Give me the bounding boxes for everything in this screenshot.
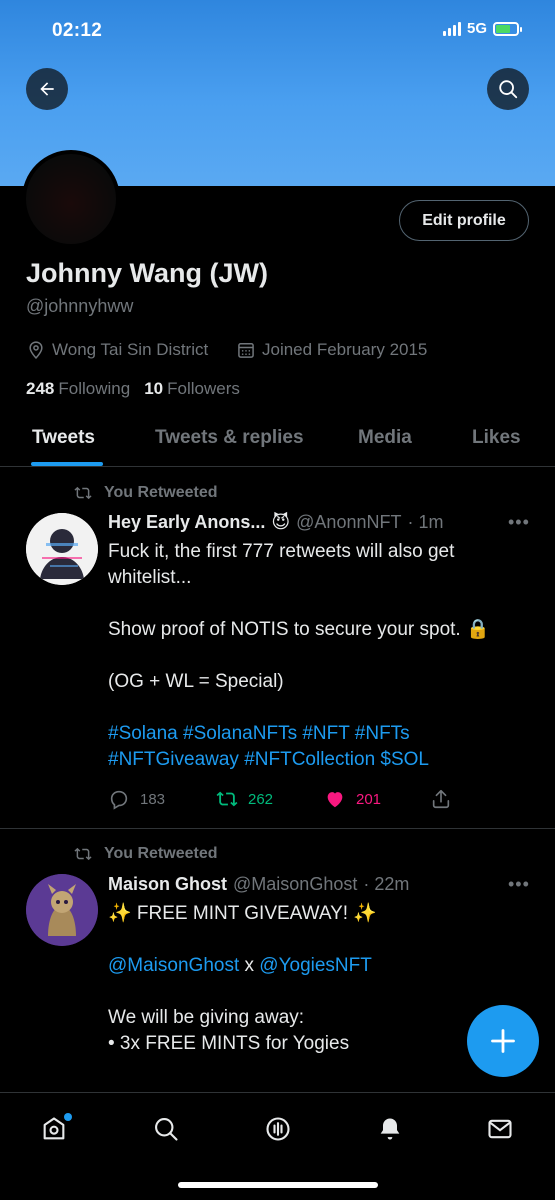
retweet-count: 262 xyxy=(248,790,274,808)
tab-tweets-replies[interactable]: Tweets & replies xyxy=(155,427,304,449)
tweet-line: (OG + WL = Special) xyxy=(108,671,284,692)
messages-icon xyxy=(488,1119,512,1139)
tweet-author-handle[interactable]: @MaisonGhost xyxy=(233,874,357,895)
devil-emoji: 😈 xyxy=(271,512,291,532)
more-icon[interactable]: ••• xyxy=(508,512,530,533)
edit-profile-button[interactable]: Edit profile xyxy=(399,200,529,241)
nav-notifications[interactable] xyxy=(370,1111,410,1147)
mention-link[interactable]: @MaisonGhost xyxy=(108,955,239,976)
nav-spaces[interactable] xyxy=(258,1111,298,1147)
profile-tabs: Tweets Tweets & replies Media Likes xyxy=(0,415,555,467)
ghost-avatar-image xyxy=(26,874,98,946)
nav-messages[interactable] xyxy=(480,1111,520,1147)
tweet-header: Maison Ghost @MaisonGhost · 22m xyxy=(108,874,409,895)
back-button[interactable] xyxy=(26,68,68,110)
like-button[interactable]: 201 xyxy=(324,788,381,810)
tweet-line: @MaisonGhost x @YogiesNFT xyxy=(108,955,372,976)
tweet-line: Fuck it, the first 777 retweets will als… xyxy=(108,541,455,562)
tweet-line: Show proof of NOTIS to secure your spot.… xyxy=(108,619,490,640)
location-text: Wong Tai Sin District xyxy=(52,340,209,359)
reply-count: 183 xyxy=(140,790,166,808)
home-unread-dot xyxy=(64,1113,72,1121)
tweet-header: Hey Early Anons... 😈 @AnonnNFT · 1m xyxy=(108,512,443,533)
more-icon[interactable]: ••• xyxy=(508,874,530,895)
nav-home[interactable] xyxy=(34,1111,74,1147)
tweet-avatar[interactable] xyxy=(26,874,98,946)
tweet-hashtags[interactable]: #Solana #SolanaNFTs #NFT #NFTs xyxy=(108,721,538,747)
profile-location: Wong Tai Sin District xyxy=(26,340,208,360)
compose-tweet-button[interactable] xyxy=(467,1005,539,1077)
retweet-button[interactable]: 262 xyxy=(216,788,273,810)
like-count: 201 xyxy=(356,790,382,808)
profile-joined: Joined February 2015 xyxy=(236,340,427,360)
search-icon xyxy=(499,80,518,99)
tab-tweets[interactable]: Tweets xyxy=(32,427,95,449)
status-indicators: 5G xyxy=(442,20,522,37)
tweet-time: · 1m xyxy=(407,512,444,532)
retweet-icon xyxy=(216,791,238,807)
profile-avatar[interactable] xyxy=(22,150,120,248)
search-button[interactable] xyxy=(487,68,529,110)
share-icon xyxy=(432,789,450,809)
profile-name: Johnny Wang (JW) xyxy=(26,258,268,288)
joined-text: Joined February 2015 xyxy=(262,340,428,359)
anon-avatar-image xyxy=(26,513,98,585)
calendar-icon xyxy=(238,343,254,358)
retweet-label: You Retweeted xyxy=(104,484,218,501)
follow-stats: 248 Following 10 Followers xyxy=(26,379,240,399)
retweet-context: You Retweeted xyxy=(72,484,218,502)
signal-icon xyxy=(442,21,461,36)
home-indicator xyxy=(178,1182,378,1188)
retweet-icon xyxy=(74,847,92,861)
tweet-body: Fuck it, the first 777 retweets will als… xyxy=(108,539,538,773)
mention-link[interactable]: @YogiesNFT xyxy=(259,955,372,976)
explore-icon xyxy=(155,1118,178,1141)
active-tab-indicator xyxy=(31,462,103,466)
retweet-context: You Retweeted xyxy=(72,845,218,863)
tweet-time: · 22m xyxy=(363,874,410,894)
spaces-icon xyxy=(266,1117,290,1141)
tab-likes[interactable]: Likes xyxy=(472,427,521,449)
notifications-icon xyxy=(380,1118,400,1140)
lock-emoji: 🔒 xyxy=(466,619,490,640)
profile-handle: @johnnyhww xyxy=(26,296,134,316)
network-label: 5G xyxy=(466,20,487,37)
tab-media[interactable]: Media xyxy=(358,427,412,449)
compose-plus-icon xyxy=(491,1029,515,1053)
reply-button[interactable]: 183 xyxy=(108,788,165,810)
reply-icon xyxy=(110,790,128,810)
tweet-hashtags[interactable]: #NFTGiveaway #NFTCollection $SOL xyxy=(108,747,538,773)
tweet-author-handle[interactable]: @AnonnNFT xyxy=(296,512,401,533)
following-link[interactable]: 248 Following xyxy=(26,379,130,399)
status-time: 02:12 xyxy=(52,20,103,41)
retweet-label: You Retweeted xyxy=(104,845,218,862)
nav-explore[interactable] xyxy=(146,1111,186,1147)
retweet-icon xyxy=(74,486,92,500)
followers-link[interactable]: 10 Followers xyxy=(144,379,240,399)
tweet-divider xyxy=(0,828,555,829)
tweet-avatar[interactable] xyxy=(26,513,98,585)
share-button[interactable] xyxy=(430,788,452,810)
tweet-author-name[interactable]: Maison Ghost xyxy=(108,874,227,895)
tweet-line: whitelist... xyxy=(108,567,192,588)
tweet-author-name[interactable]: Hey Early Anons... xyxy=(108,512,265,533)
back-arrow-icon xyxy=(40,82,54,96)
heart-icon xyxy=(327,792,343,808)
location-pin-icon xyxy=(29,341,43,359)
battery-icon xyxy=(493,21,522,36)
tweet-line: ✨ FREE MINT GIVEAWAY! ✨ xyxy=(108,903,378,924)
